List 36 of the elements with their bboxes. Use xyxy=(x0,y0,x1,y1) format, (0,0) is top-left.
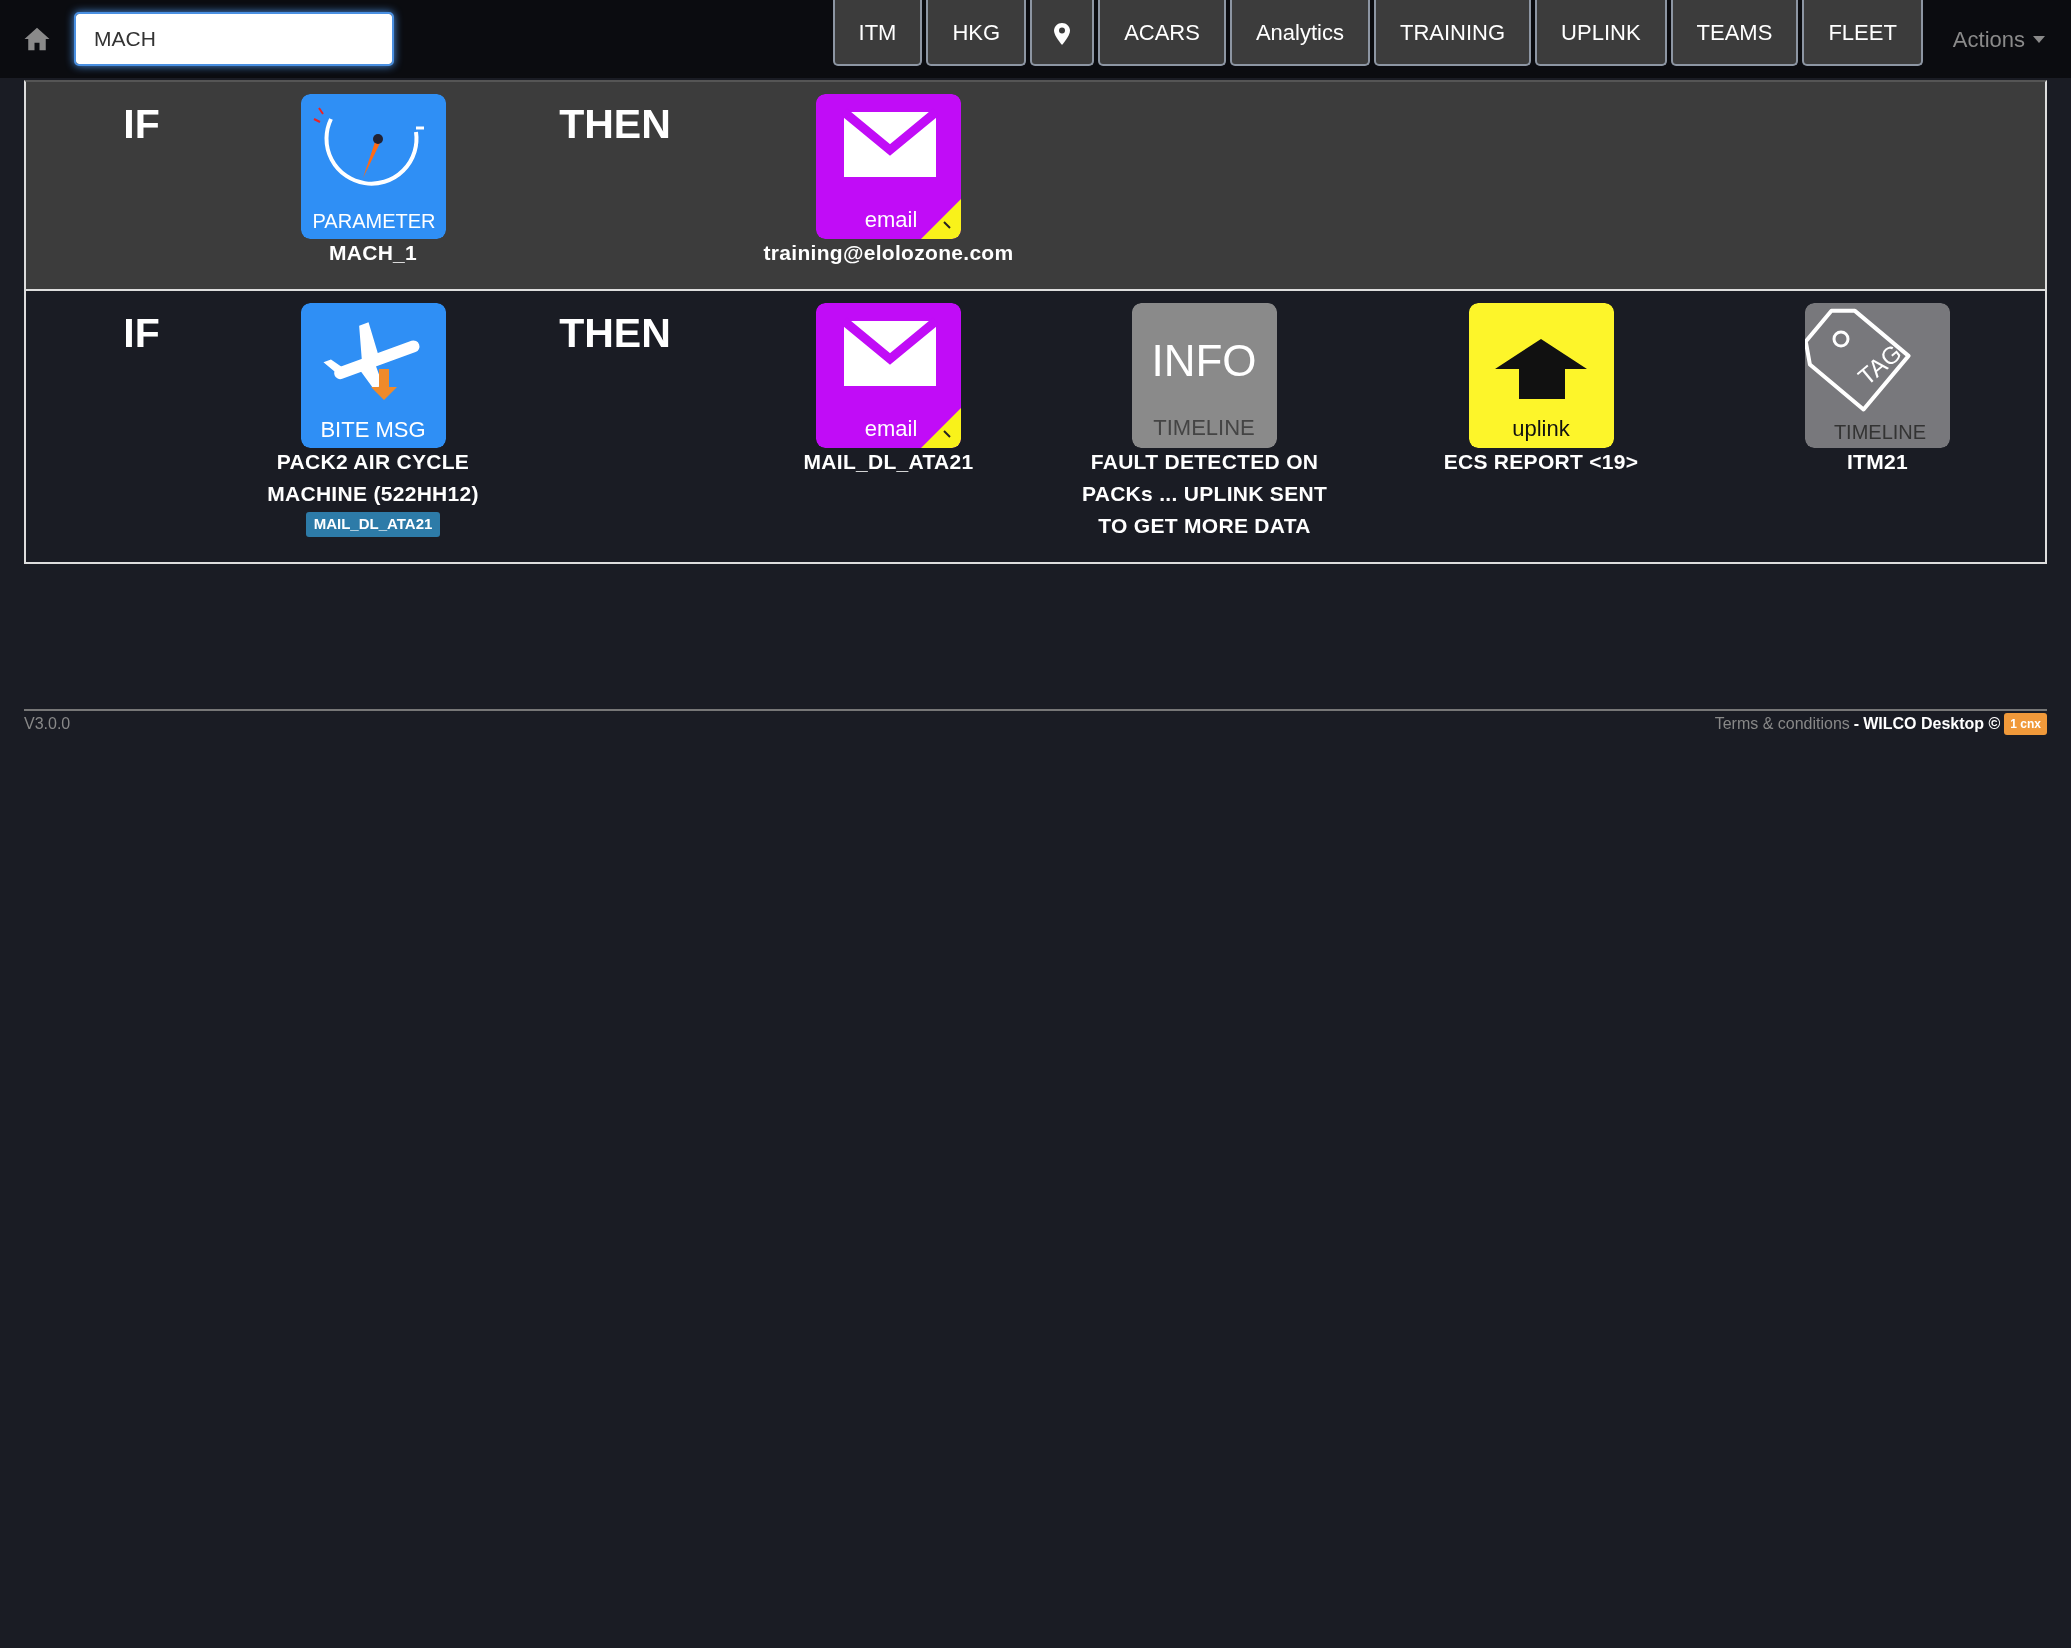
product-name: WILCO Desktop © xyxy=(1863,714,2001,734)
nav-button[interactable]: ACARS xyxy=(1098,0,1226,66)
item-label: FAULT DETECTED ON PACKs ... UPLINK SENT TO GET MORE DATA xyxy=(1080,449,1329,539)
item-label: ITM21 xyxy=(1847,449,1908,475)
tag-tile[interactable]: TAG TIMELINE xyxy=(1805,303,1950,448)
connection-count-badge: 1 cnx xyxy=(2004,713,2047,735)
item-label: MACH_1 xyxy=(328,240,418,266)
item-label: PACK2 AIR CYCLE MACHINE (522HH12) xyxy=(266,449,480,507)
up-arrow-tile[interactable]: uplink xyxy=(1468,303,1614,448)
location-button[interactable] xyxy=(1030,0,1095,66)
version-text: V3.0.0 xyxy=(24,714,71,734)
tag-label: MAIL_DL_ATA21 xyxy=(305,512,441,537)
envelope-tile[interactable]: email xyxy=(816,94,961,239)
item-label: ECS REPORT <19> xyxy=(1443,449,1639,475)
nav-button[interactable]: Analytics xyxy=(1229,0,1370,66)
nav-button[interactable]: FLEET xyxy=(1802,0,1923,66)
nav-button[interactable]: UPLINK xyxy=(1535,0,1667,66)
separator-text: - xyxy=(1853,714,1860,734)
terms-link[interactable]: Terms & conditions xyxy=(1714,712,1850,736)
rule-row[interactable]: IF BITE MSG PACK2 AIR CYCLE MACHINE (522HH12) MAIL_DL_ATA21 THEN email MAIL_DL_ATA21 INFO TIMELINE FAULT DETECTED ON PACKs ... UPLINK SENT TO GET MORE DATA uplink ECS REPORT <19> TAG TIMELINE ITM21 xyxy=(24,291,2047,564)
nav-button[interactable]: TRAINING xyxy=(1373,0,1532,66)
rule-row[interactable]: IF PARAMETER MACH_1 THEN email training@elolozone.com xyxy=(24,80,2047,291)
map-pin-icon[interactable] xyxy=(1054,22,1071,45)
search-field[interactable]: MACH xyxy=(74,12,394,66)
actions-menu[interactable]: Actions xyxy=(1946,21,2051,57)
then-keyword: THEN xyxy=(558,309,672,358)
nav-button[interactable]: HKG xyxy=(926,0,1027,66)
if-keyword: IF xyxy=(122,309,161,358)
nav-button[interactable]: TEAMS xyxy=(1670,0,1799,66)
item-label: MAIL_DL_ATA21 xyxy=(803,449,974,475)
then-keyword: THEN xyxy=(558,100,672,149)
if-keyword: IF xyxy=(122,100,161,149)
envelope-tile[interactable]: email xyxy=(816,303,961,448)
item-label: training@elolozone.com xyxy=(763,240,1014,266)
caret-icon[interactable] xyxy=(2033,35,2045,43)
nav-button[interactable]: ITM xyxy=(832,0,923,66)
